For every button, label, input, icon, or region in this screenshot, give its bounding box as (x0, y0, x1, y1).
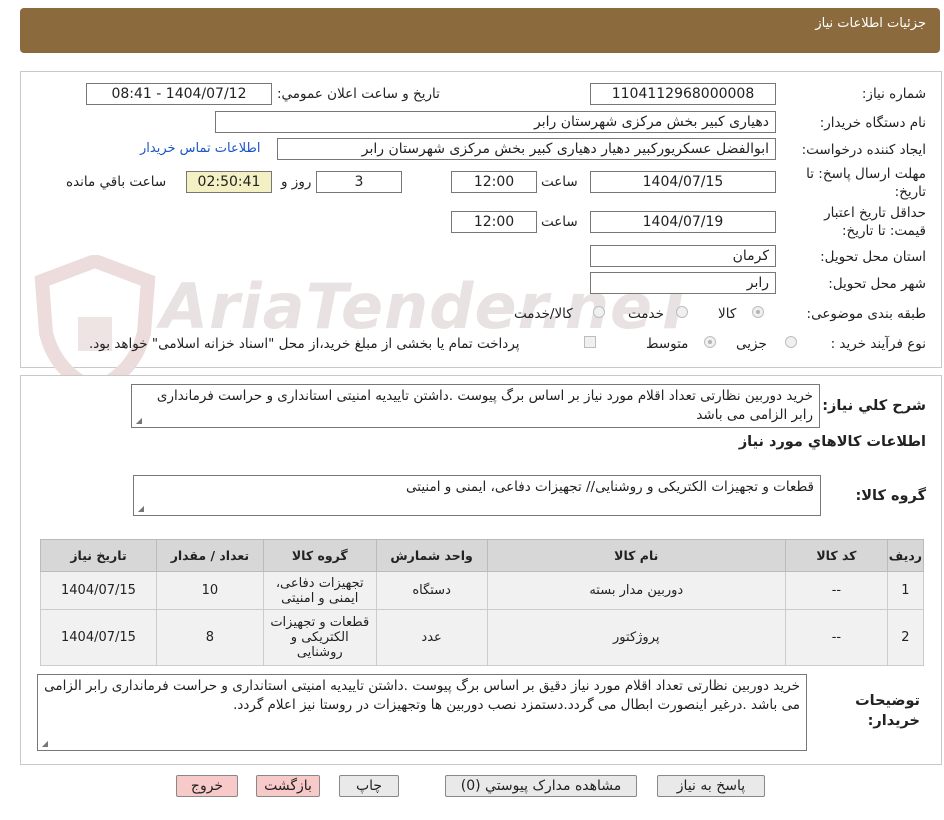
buyer-notes-label: توضیحات (855, 693, 920, 709)
deadline-label: مهلت ارسال پاسخ: تا (806, 166, 926, 182)
goods-section-title: اطلاعات کالاهاي مورد نياز (738, 434, 926, 450)
page-header (20, 8, 940, 53)
back-button[interactable]: بازگشت (256, 775, 320, 797)
table-cell: دوربین مدار بسته (486, 571, 786, 610)
validity-label-date: قیمت: تا تاریخ: (842, 223, 926, 239)
deadline-label-date: تاریخ: (894, 184, 926, 200)
validity-date-field: 1404/07/19 (590, 211, 776, 233)
col-header-need-date: تاريخ نياز (40, 539, 157, 572)
category-both-label: کالا/خدمت (514, 306, 573, 322)
category-service-radio[interactable] (676, 306, 688, 318)
view-attachments-button[interactable]: مشاهده مدارک پيوستي (0) (445, 775, 637, 797)
print-button[interactable]: چاپ (339, 775, 399, 797)
category-goods-label: کالا (718, 306, 737, 322)
need-number-field: 1104112968000008 (590, 83, 776, 105)
reply-to-need-button[interactable]: پاسخ به نياز (657, 775, 765, 797)
goods-table: رديف کد کالا نام کالا واحد شمارش گروه کا… (40, 539, 925, 666)
table-cell: تجهیزات دفاعی، ایمنی و امنیتی (262, 571, 377, 610)
summary-label: شرح کلي نياز: (822, 398, 926, 414)
table-cell: 10 (155, 571, 264, 610)
table-cell: 1 (886, 571, 925, 610)
announce-label: تاریخ و ساعت اعلان عمومي: (277, 86, 440, 102)
province-field: کرمان (590, 245, 776, 267)
buyer-contact-link[interactable]: اطلاعات تماس خريدار (140, 141, 260, 156)
category-both-radio[interactable] (593, 306, 605, 318)
deadline-time-label: ساعت (541, 174, 578, 190)
buyer-org-label: نام دستگاه خریدار: (819, 115, 926, 131)
requester-field: ابوالفضل عسکریورکبیر دهیار دهیاری کبیر ب… (277, 138, 776, 160)
purchase-medium-label: متوسط (646, 336, 689, 352)
days-label: روز و (281, 174, 312, 190)
table-cell: پروژکتور (486, 609, 786, 666)
deadline-date-field: 1404/07/15 (590, 171, 776, 193)
table-cell: عدد (375, 609, 488, 666)
treasury-payment-note: پرداخت تمام یا بخشی از مبلغ خرید،از محل … (89, 336, 520, 352)
purchase-minor-label: جزیی (736, 336, 767, 352)
remaining-label: ساعت باقي مانده (66, 174, 167, 190)
col-header-name: نام کالا (486, 539, 786, 572)
table-row: 2 -- پروژکتور عدد قطعات و تجهیزات الکتری… (40, 609, 925, 666)
table-cell: قطعات و تجهیزات الکتریکی و روشنایی (262, 609, 377, 666)
resize-grip-icon: ◢ (137, 504, 144, 513)
summary-text: خرید دوربین نظارتی تعداد اقلام مورد نیاز… (156, 388, 813, 423)
exit-button[interactable]: خروج (176, 775, 238, 797)
table-cell: -- (784, 609, 888, 666)
goods-group-text: قطعات و تجهیزات الکتریکی و روشنایی// تجه… (406, 479, 814, 495)
province-label: استان محل تحویل: (820, 249, 926, 265)
purchase-medium-radio[interactable] (704, 336, 716, 348)
goods-group-textarea[interactable]: قطعات و تجهیزات الکتریکی و روشنایی// تجه… (133, 475, 821, 516)
table-cell: 1404/07/15 (40, 571, 157, 610)
validity-time-field: 12:00 (451, 211, 537, 233)
category-goods-radio[interactable] (752, 306, 764, 318)
table-cell: دستگاه (375, 571, 488, 610)
category-label: طبقه بندی موضوعی: (806, 306, 926, 322)
col-header-unit: واحد شمارش (375, 539, 488, 572)
table-row: 1 -- دوربین مدار بسته دستگاه تجهیزات دفا… (40, 571, 925, 610)
need-number-label: شماره نیاز: (861, 86, 926, 102)
announce-datetime-field: 1404/07/12 - 08:41 (86, 83, 272, 105)
days-remaining-field: 3 (316, 171, 402, 193)
resize-grip-icon: ◢ (41, 739, 48, 748)
summary-textarea[interactable]: خرید دوربین نظارتی تعداد اقلام مورد نیاز… (131, 384, 820, 428)
category-service-label: خدمت (628, 306, 664, 322)
buyer-notes-textarea[interactable]: خرید دوربین نظارتی تعداد اقلام مورد نیاز… (37, 674, 807, 751)
table-header-row: رديف کد کالا نام کالا واحد شمارش گروه کا… (40, 539, 925, 572)
validity-label: حداقل تاريخ اعتبار (824, 205, 926, 221)
remaining-time-field: 02:50:41 (186, 171, 272, 193)
table-cell: -- (784, 571, 888, 610)
buyer-notes-label-2: خریدار: (867, 713, 920, 729)
buyer-org-field: دهیاری کبیر بخش مرکزی شهرستان رابر (215, 111, 776, 133)
col-header-code: کد کالا (784, 539, 888, 572)
col-header-row-number: رديف (886, 539, 925, 572)
buyer-notes-text: خرید دوربین نظارتی تعداد اقلام مورد نیاز… (44, 678, 800, 713)
table-cell: 1404/07/15 (40, 609, 157, 666)
treasury-payment-checkbox[interactable] (584, 336, 596, 348)
col-header-group: گروه کالا (262, 539, 377, 572)
requester-label: ایجاد کننده درخواست: (801, 142, 926, 158)
city-field: رابر (590, 272, 776, 294)
purchase-minor-radio[interactable] (785, 336, 797, 348)
resize-grip-icon: ◢ (135, 416, 142, 425)
purchase-type-label: نوع فرآیند خرید : (830, 336, 926, 352)
table-cell: 8 (155, 609, 264, 666)
page-title: جزئیات اطلاعات نیاز (815, 16, 926, 31)
col-header-quantity: تعداد / مقدار (155, 539, 264, 572)
validity-time-label: ساعت (541, 214, 578, 230)
city-label: شهر محل تحویل: (828, 276, 926, 292)
deadline-time-field: 12:00 (451, 171, 537, 193)
goods-group-label: گروه کالا: (855, 488, 926, 504)
shield-logo-icon (34, 255, 156, 395)
table-cell: 2 (886, 609, 925, 666)
